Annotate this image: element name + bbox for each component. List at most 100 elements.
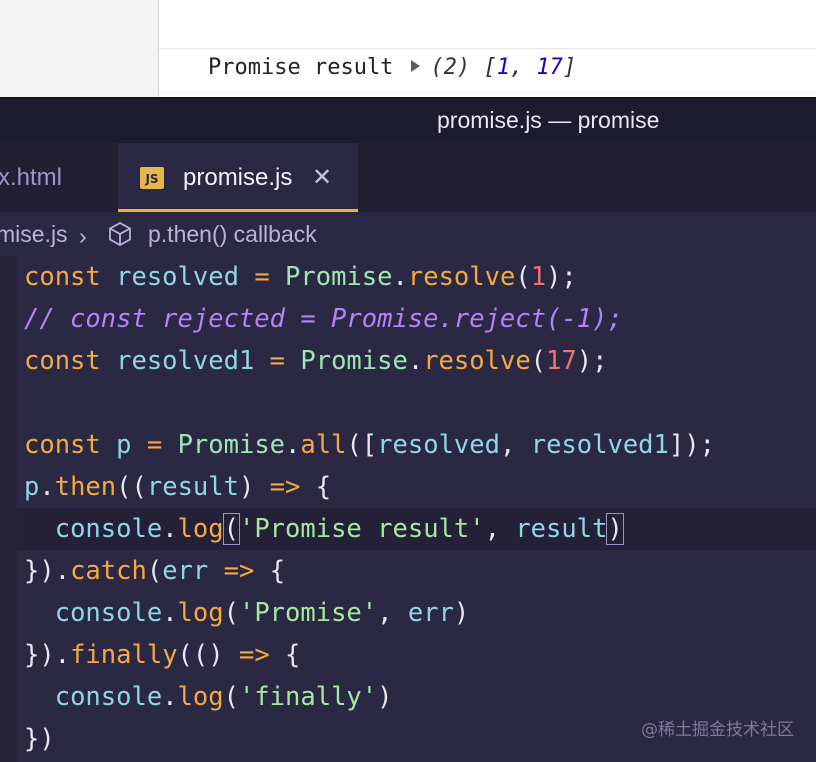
token-variable: console xyxy=(54,598,163,628)
token-operator: => xyxy=(269,472,301,502)
token-punct: . xyxy=(285,430,301,460)
token-operator: = xyxy=(269,346,286,376)
token-variable: resolved1 xyxy=(116,346,255,376)
token-variable: result xyxy=(146,472,239,502)
code-line: const resolved = Promise.resolve(1); xyxy=(24,256,577,298)
token-method: resolve xyxy=(407,262,516,292)
token-punct: , xyxy=(484,514,500,544)
tab-index-html[interactable]: x.html xyxy=(0,143,118,212)
token-punct: ) xyxy=(238,472,255,502)
token-punct: ) xyxy=(453,598,470,628)
code-line: console.log('finally') xyxy=(24,676,393,718)
code-line: const p = Promise.all([resolved, resolve… xyxy=(24,424,715,466)
token-punct: ( xyxy=(223,598,239,628)
token-punct: ( xyxy=(146,556,163,586)
code-line: const resolved1 = Promise.resolve(17); xyxy=(24,340,607,382)
token-comment: // const rejected = Promise.reject(-1); xyxy=(24,304,623,334)
close-icon[interactable]: ✕ xyxy=(312,163,332,191)
console-log-row: finally xyxy=(159,49,816,97)
token-punct: ([ xyxy=(346,430,378,460)
devtools-console: Promise result(2) [1, 17] finally xyxy=(0,0,816,97)
token-string: 'finally' xyxy=(238,682,378,712)
token-punct: (() xyxy=(177,640,224,670)
token-string: 'Promise result' xyxy=(238,514,485,544)
code-line: }).catch(err => { xyxy=(24,550,285,592)
token-punct: ( xyxy=(222,513,240,545)
token-method: log xyxy=(177,514,224,544)
token-punct: . xyxy=(54,640,71,670)
token-punct: . xyxy=(162,682,178,712)
token-variable: err xyxy=(407,598,454,628)
token-class: Promise xyxy=(177,430,286,460)
token-variable: resolved1 xyxy=(530,430,669,460)
token-operator: = xyxy=(254,262,270,292)
token-operator: = xyxy=(146,430,163,460)
token-variable: console xyxy=(54,682,163,712)
code-line: }) xyxy=(24,718,55,760)
cube-icon xyxy=(106,220,134,254)
token-punct: . xyxy=(39,472,55,502)
token-variable: result xyxy=(515,514,608,544)
token-punct: }) xyxy=(24,556,55,586)
token-punct: , xyxy=(500,430,516,460)
breadcrumb: mise.js › p.then() callback xyxy=(0,212,816,256)
token-keyword: const xyxy=(24,346,101,376)
code-line: console.log('Promise result', result) xyxy=(24,508,624,550)
token-method: finally xyxy=(70,640,178,670)
token-punct: (( xyxy=(116,472,147,502)
window-title: promise.js — promise xyxy=(437,107,660,133)
token-punct: ); xyxy=(576,346,608,376)
token-method: then xyxy=(54,472,117,502)
token-keyword: const xyxy=(24,430,101,460)
token-method: log xyxy=(177,682,224,712)
token-punct: ); xyxy=(546,262,577,292)
tab-label: x.html xyxy=(0,164,63,191)
js-file-icon: JS xyxy=(140,167,164,189)
token-variable: err xyxy=(162,556,209,586)
token-punct: { xyxy=(315,472,332,502)
code-line: // const rejected = Promise.reject(-1); xyxy=(24,298,623,340)
code-line: console.log('Promise', err) xyxy=(24,592,470,634)
token-variable: console xyxy=(54,514,163,544)
tab-promise-js[interactable]: JS promise.js ✕ xyxy=(118,143,358,212)
editor-tab-bar: x.html JS promise.js ✕ xyxy=(0,143,816,212)
token-punct: ( xyxy=(515,262,531,292)
token-string: 'Promise' xyxy=(238,598,378,628)
token-keyword: const xyxy=(24,262,101,292)
console-log-row: Promise result (2) [1, 17] xyxy=(159,8,816,80)
token-punct: { xyxy=(269,556,286,586)
tab-label: promise.js xyxy=(183,164,293,191)
token-punct: }) xyxy=(24,640,55,670)
token-class: Promise xyxy=(300,346,408,376)
token-method: catch xyxy=(70,556,147,586)
token-punct: . xyxy=(162,514,178,544)
token-operator: => xyxy=(238,640,270,670)
token-class: Promise xyxy=(285,262,393,292)
token-punct: ]); xyxy=(668,430,715,460)
code-editor[interactable]: const resolved = Promise.resolve(1); // … xyxy=(0,256,816,762)
token-punct: . xyxy=(162,598,178,628)
token-number: 17 xyxy=(546,346,577,376)
breadcrumb-file[interactable]: mise.js xyxy=(0,221,68,248)
token-punct: ( xyxy=(223,682,239,712)
watermark: @稀土掘金技术社区 xyxy=(641,720,794,740)
console-gutter xyxy=(0,0,159,97)
token-punct: ) xyxy=(606,513,624,545)
token-number: 1 xyxy=(530,262,547,292)
window-titlebar: promise.js — promise xyxy=(0,97,816,145)
token-operator: => xyxy=(223,556,255,586)
gutter xyxy=(0,256,17,762)
token-punct: ) xyxy=(377,682,393,712)
token-punct: . xyxy=(54,556,71,586)
token-punct: }) xyxy=(24,724,55,754)
token-variable: resolved xyxy=(116,262,239,292)
token-variable: p xyxy=(116,430,132,460)
token-punct: ( xyxy=(530,346,547,376)
code-line: }).finally(() => { xyxy=(24,634,300,676)
token-variable: resolved xyxy=(377,430,500,460)
token-method: all xyxy=(300,430,347,460)
token-punct: . xyxy=(392,262,408,292)
token-punct: { xyxy=(285,640,301,670)
code-line: p.then((result) => { xyxy=(24,466,331,508)
breadcrumb-symbol[interactable]: p.then() callback xyxy=(148,221,317,248)
